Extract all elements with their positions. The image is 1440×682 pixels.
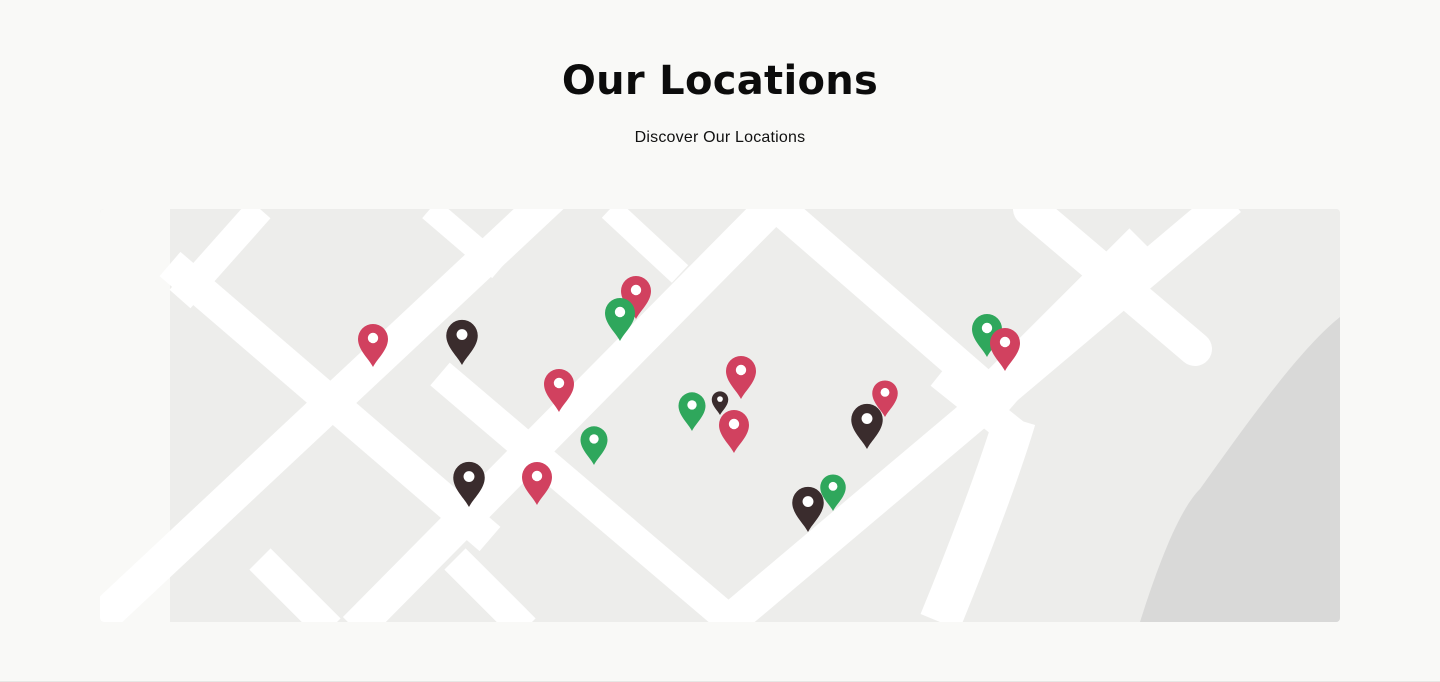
locations-map[interactable] [100,209,1340,622]
page-title: Our Locations [561,58,879,104]
page-subtitle: Discover Our Locations [634,129,806,146]
